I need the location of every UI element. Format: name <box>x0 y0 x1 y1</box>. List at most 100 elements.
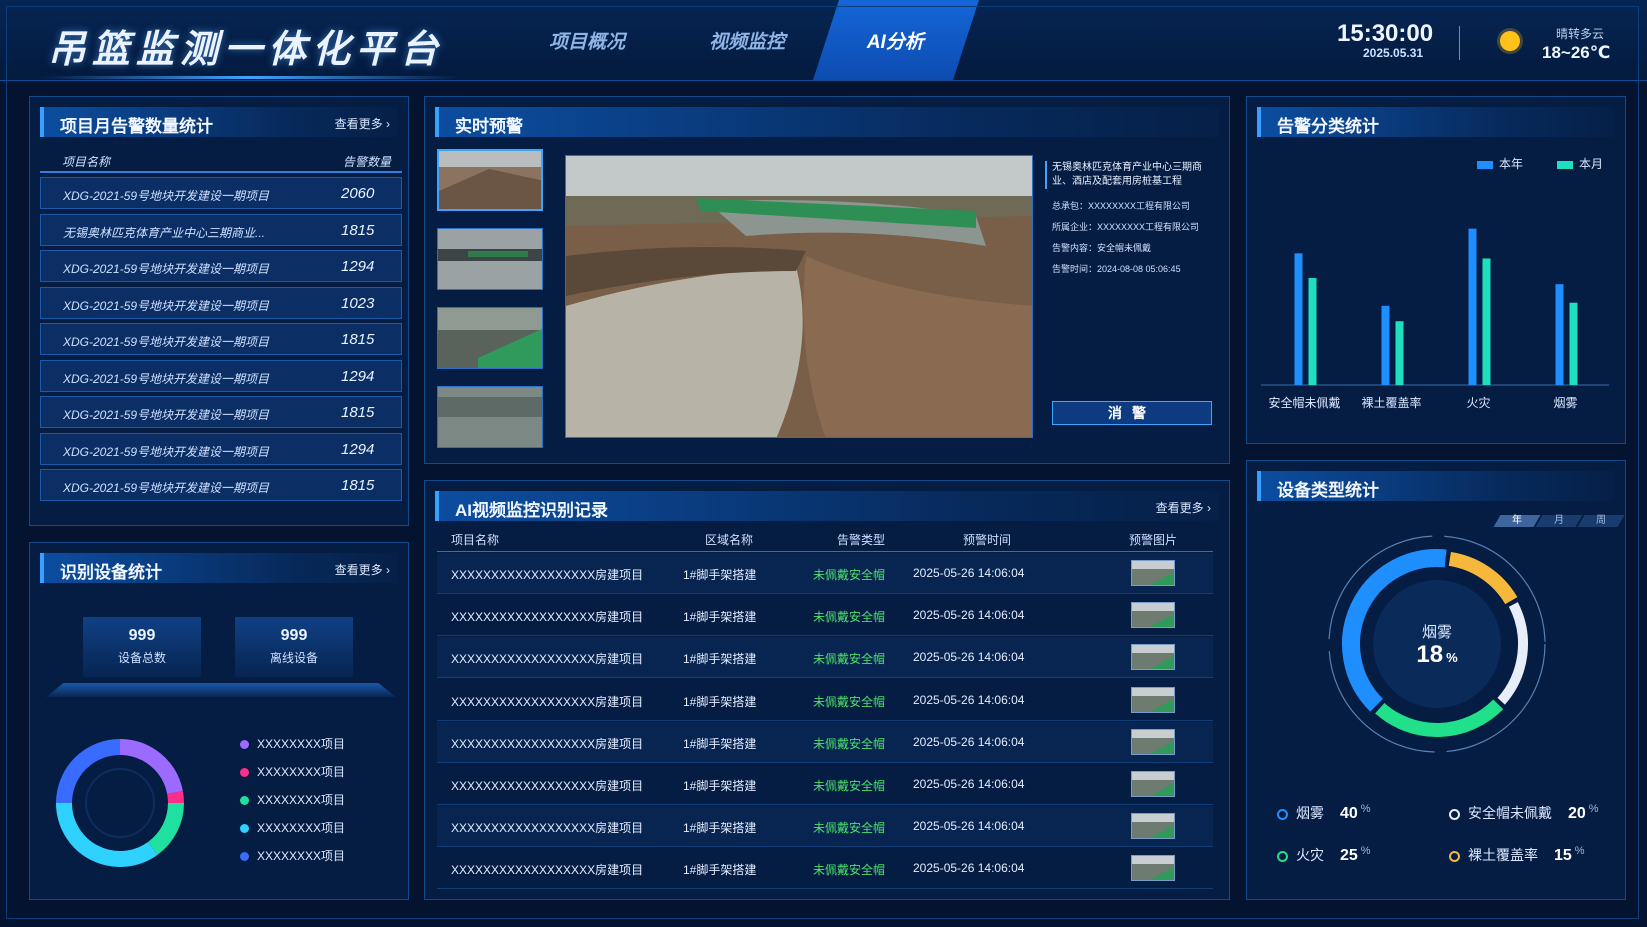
alarm-category-panel: 告警分类统计 本年 本月 安全帽未佩戴 裸土覆盖率 火灾 烟雾 <box>1246 96 1626 444</box>
row-project: XXXXXXXXXXXXXXXXXX房建项目 <box>451 779 644 793</box>
bar-year <box>1294 253 1303 385</box>
panel-header: 实时预警 <box>435 107 1219 137</box>
tab-week[interactable]: 周 <box>1577 515 1625 527</box>
table-row[interactable]: XDG-2021-59号地块开发建设一期项目 1294 <box>40 359 402 392</box>
dismiss-alarm-button[interactable]: 消警 <box>1052 401 1212 425</box>
table-row[interactable]: XDG-2021-59号地块开发建设一期项目 2060 <box>40 177 402 209</box>
warning-thumbnail[interactable] <box>437 149 543 211</box>
row-project-name: XDG-2021-59号地块开发建设一期项目 <box>63 335 270 349</box>
weather-description: 晴转多云 <box>1556 27 1605 41</box>
construction-photo <box>439 151 541 209</box>
nav-tab-ai-analysis[interactable]: AI分析 <box>813 0 979 80</box>
warning-image-thumbnail[interactable] <box>1131 728 1175 755</box>
legend-label: XXXXXXXX项目 <box>257 793 346 807</box>
view-more-link[interactable]: 查看更多 › <box>335 115 390 132</box>
row-warning-time: 2025-05-26 14:06:04 <box>913 861 1025 876</box>
x-tick-label: 火灾 <box>1466 395 1490 410</box>
warning-image-thumbnail[interactable] <box>1131 813 1175 840</box>
alarm-category-bar-chart: 安全帽未佩戴 裸土覆盖率 火灾 烟雾 <box>1261 228 1609 410</box>
warning-image-thumbnail[interactable] <box>1131 560 1175 586</box>
device-legend-item: XXXXXXXX项目 <box>240 763 345 780</box>
stats-platform-decoration <box>46 683 396 697</box>
warning-thumbnail[interactable] <box>437 307 543 369</box>
column-header-image: 预警图片 <box>1129 533 1178 547</box>
device-legend-item: XXXXXXXX项目 <box>240 791 345 808</box>
device-type-legend-item: 安全帽未佩戴 20% <box>1449 803 1599 823</box>
tab-year[interactable]: 年 <box>1493 515 1541 527</box>
warning-main-image[interactable] <box>565 155 1033 438</box>
table-row[interactable]: XDG-2021-59号地块开发建设一期项目 1294 <box>40 250 402 282</box>
panel-header: 告警分类统计 <box>1257 107 1615 137</box>
panel-header: AI视频监控识别记录 查看更多 › <box>435 491 1219 521</box>
legend-label: XXXXXXXX项目 <box>257 849 346 863</box>
column-header-area: 区域名称 <box>705 533 754 547</box>
ring-center-label: 烟雾 <box>1421 624 1452 641</box>
device-offline-card: 999 离线设备 <box>235 617 353 677</box>
warning-image-thumbnail[interactable] <box>1131 602 1175 629</box>
ring-slice <box>1375 699 1504 737</box>
nav-tab-video-monitor[interactable]: 视频监控 <box>672 0 822 80</box>
legend-label: XXXXXXXX项目 <box>257 765 346 779</box>
table-row[interactable]: XXXXXXXXXXXXXXXXXX房建项目 1#脚手架搭建 未佩戴安全帽 2025-… <box>437 637 1213 679</box>
table-row[interactable]: XXXXXXXXXXXXXXXXXX房建项目 1#脚手架搭建 未佩戴安全帽 2025-… <box>437 553 1213 594</box>
row-area: 1#脚手架搭建 <box>683 863 757 878</box>
header-divider <box>1459 26 1460 60</box>
table-row[interactable]: XDG-2021-59号地块开发建设一期项目 1815 <box>40 323 402 355</box>
warning-image-thumbnail[interactable] <box>1131 855 1175 882</box>
table-row[interactable]: XXXXXXXXXXXXXXXXXX房建项目 1#脚手架搭建 未佩戴安全帽 2025-… <box>437 848 1213 890</box>
x-tick-label: 裸土覆盖率 <box>1361 395 1421 410</box>
construction-site-photo <box>566 156 1032 437</box>
warning-image-thumbnail[interactable] <box>1131 644 1175 671</box>
table-row[interactable]: XDG-2021-59号地块开发建设一期项目 1815 <box>40 469 402 501</box>
row-area: 1#脚手架搭建 <box>683 694 757 709</box>
row-alarm-count: 1815 <box>341 477 375 494</box>
warning-thumbnail[interactable] <box>437 386 543 448</box>
legend-year: 本年 <box>1477 155 1523 172</box>
warning-image-thumbnail[interactable] <box>1131 686 1175 713</box>
title-glow-decoration <box>40 76 460 79</box>
alarm-stats-panel: 项目月告警数量统计 查看更多 › 项目名称 告警数量 XDG-2021-59号地… <box>29 96 409 526</box>
table-row[interactable]: XXXXXXXXXXXXXXXXXX房建项目 1#脚手架搭建 未佩戴安全帽 2025-… <box>437 595 1213 637</box>
column-header-count: 告警数量 <box>343 155 392 169</box>
device-total-label: 设备总数 <box>117 651 166 665</box>
table-row[interactable]: XDG-2021-59号地块开发建设一期项目 1023 <box>40 286 402 319</box>
legend-dot <box>240 740 249 750</box>
row-project-name: XDG-2021-59号地块开发建设一期项目 <box>63 408 270 422</box>
panel-header: 识别设备统计 查看更多 › <box>40 553 398 583</box>
row-alarm-type: 未佩戴安全帽 <box>813 568 886 582</box>
legend-dot <box>240 768 249 778</box>
donut-slice <box>56 739 121 804</box>
column-header-time: 预警时间 <box>963 533 1012 547</box>
table-row[interactable]: XDG-2021-59号地块开发建设一期项目 1815 <box>40 396 402 428</box>
table-row[interactable]: 无锡奥林匹克体育产业中心三期商业... 1815 <box>40 213 402 246</box>
table-row[interactable]: XXXXXXXXXXXXXXXXXX房建项目 1#脚手架搭建 未佩戴安全帽 2025-… <box>437 680 1213 721</box>
table-row[interactable]: XXXXXXXXXXXXXXXXXX房建项目 1#脚手架搭建 未佩戴安全帽 2025-… <box>437 721 1213 763</box>
device-offline-label: 离线设备 <box>269 651 318 665</box>
nav-tab-project-overview[interactable]: 项目概况 <box>512 0 662 80</box>
row-alarm-type: 未佩戴安全帽 <box>813 863 886 878</box>
view-more-link[interactable]: 查看更多 › <box>1156 499 1211 516</box>
row-project-name: XDG-2021-59号地块开发建设一期项目 <box>63 262 270 276</box>
device-donut-chart <box>56 739 184 867</box>
device-legend-item: XXXXXXXX项目 <box>240 819 345 836</box>
row-project: XXXXXXXXXXXXXXXXXX房建项目 <box>451 736 644 751</box>
warning-thumbnail[interactable] <box>437 228 543 290</box>
tab-month[interactable]: 月 <box>1535 515 1583 527</box>
warning-time: 告警时间：2024-08-08 05:06:45 <box>1052 264 1181 274</box>
panel-title: 告警分类统计 <box>1277 117 1379 136</box>
row-project: XXXXXXXXXXXXXXXXXX房建项目 <box>451 821 644 836</box>
table-row[interactable]: XXXXXXXXXXXXXXXXXX房建项目 1#脚手架搭建 未佩戴安全帽 2025-… <box>437 764 1213 805</box>
bar-month <box>1308 278 1317 385</box>
app-header: 吊篮监测一体化平台 项目概况 视频监控 AI分析 15:30:00 2025.0… <box>0 0 1647 81</box>
legend-label: XXXXXXXX项目 <box>257 737 346 751</box>
table-row[interactable]: XDG-2021-59号地块开发建设一期项目 1294 <box>40 432 402 465</box>
panel-title: 项目月告警数量统计 <box>60 117 213 136</box>
table-row[interactable]: XXXXXXXXXXXXXXXXXX房建项目 1#脚手架搭建 未佩戴安全帽 2025-… <box>437 806 1213 848</box>
row-alarm-count: 1815 <box>341 404 375 421</box>
view-more-link[interactable]: 查看更多 › <box>335 561 390 578</box>
warning-image-thumbnail[interactable] <box>1131 771 1175 797</box>
device-legend-item: XXXXXXXX项目 <box>240 735 345 752</box>
realtime-warning-panel: 实时预警 无锡奥林匹克体育产业中心三期商业、酒店及配套用房桩基工程 总承包：XX… <box>424 96 1230 464</box>
row-project-name: XDG-2021-59号地块开发建设一期项目 <box>63 481 270 495</box>
row-warning-time: 2025-05-26 14:06:04 <box>913 734 1025 749</box>
